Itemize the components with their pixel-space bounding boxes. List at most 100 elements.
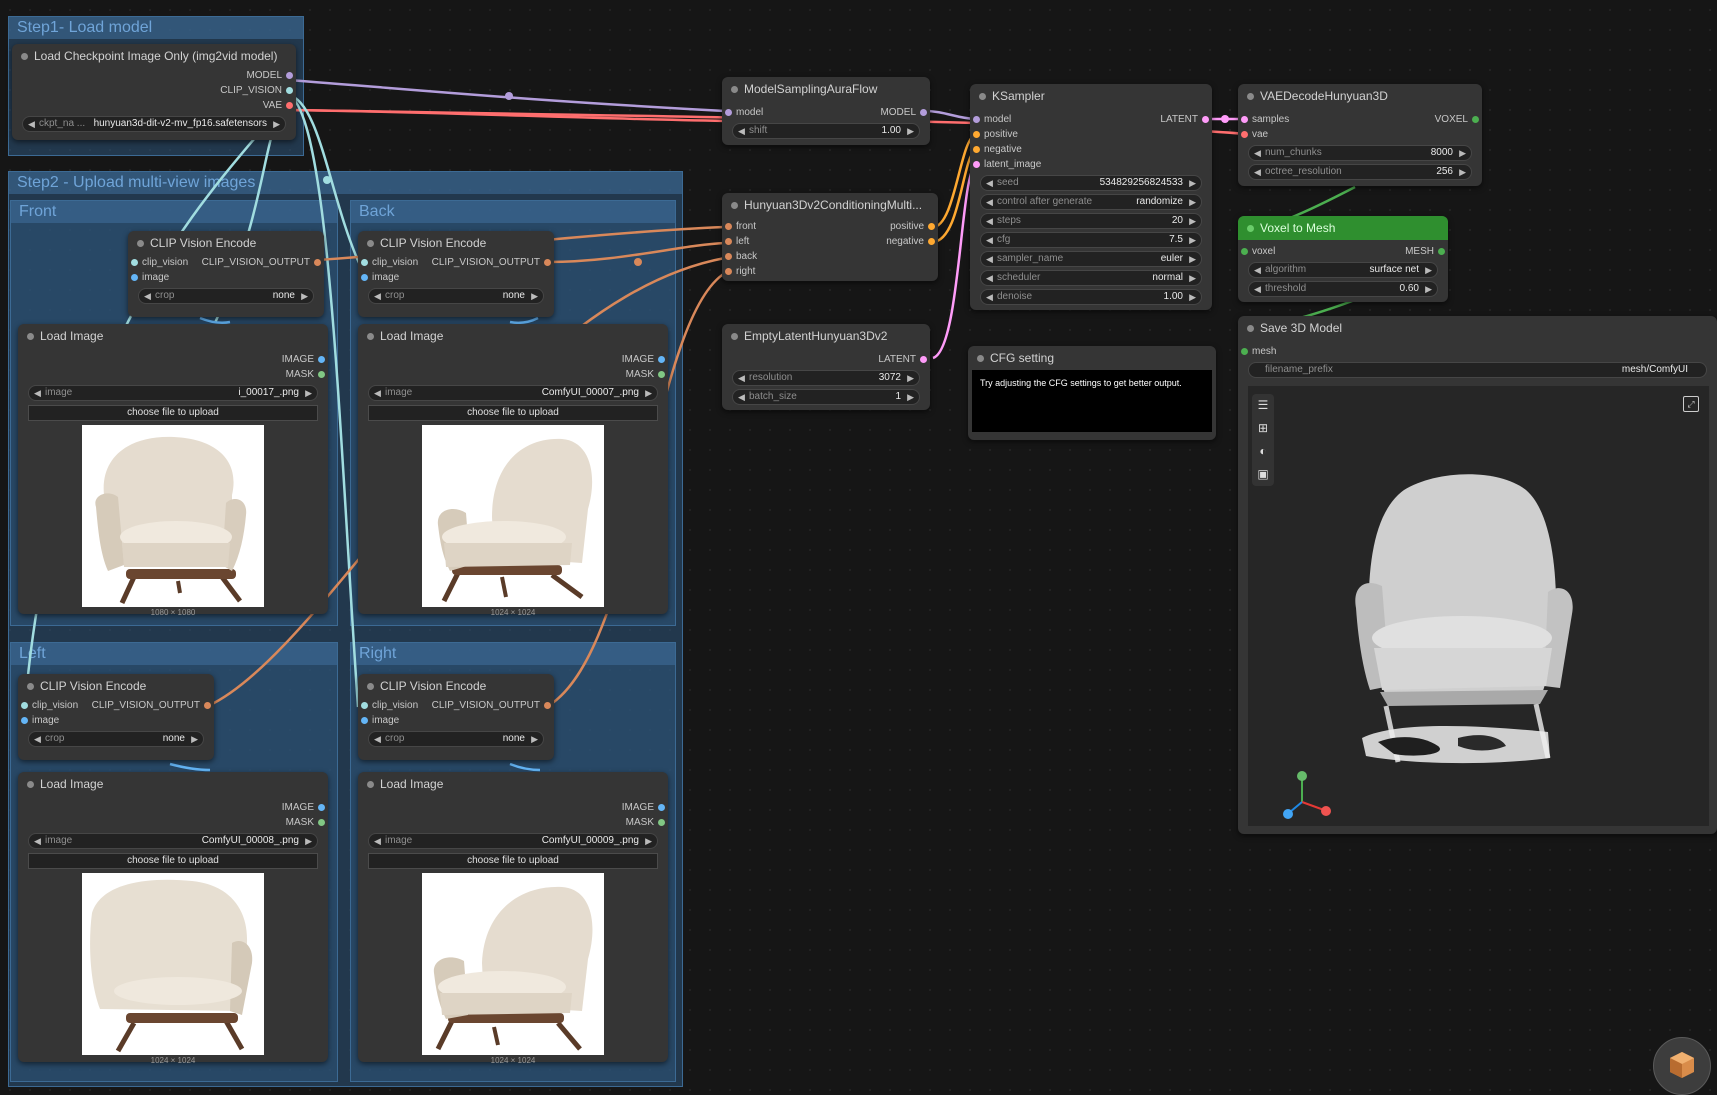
- output-image-slot[interactable]: [658, 804, 665, 811]
- node-save-3d-model[interactable]: Save 3D Model mesh filename_prefix mesh/C…: [1238, 316, 1717, 834]
- input-right-slot[interactable]: [725, 268, 732, 275]
- input-mesh-slot[interactable]: [1241, 348, 1248, 355]
- decrement-arrow-icon[interactable]: ◀: [1254, 263, 1261, 277]
- decrement-arrow-icon[interactable]: ◀: [374, 732, 381, 746]
- increment-arrow-icon[interactable]: ▶: [907, 371, 914, 385]
- image-select-widget[interactable]: ◀ image i_00017_.png ▶: [28, 385, 318, 401]
- input-image-slot[interactable]: [361, 717, 368, 724]
- decrement-arrow-icon[interactable]: ◀: [986, 195, 993, 209]
- decrement-arrow-icon[interactable]: ◀: [374, 386, 381, 400]
- decrement-arrow-icon[interactable]: ◀: [986, 176, 993, 190]
- node-voxel-to-mesh[interactable]: Voxel to Mesh voxel MESH ◀ algorithm surfac…: [1238, 216, 1448, 302]
- increment-arrow-icon[interactable]: ▶: [907, 124, 914, 138]
- 3d-viewer[interactable]: ☰ ⊞ ◐ ▣ ⤢: [1248, 386, 1709, 826]
- image-select-widget[interactable]: ◀ image ComfyUI_00007_.png ▶: [368, 385, 658, 401]
- input-front-slot[interactable]: [725, 223, 732, 230]
- output-latent-slot[interactable]: [920, 356, 927, 363]
- output-mask-slot[interactable]: [658, 371, 665, 378]
- decrement-arrow-icon[interactable]: ◀: [28, 117, 35, 131]
- output-mask-slot[interactable]: [318, 819, 325, 826]
- output-latent-slot[interactable]: [1202, 116, 1209, 123]
- cfg-widget[interactable]: ◀ cfg 7.5 ▶: [980, 232, 1202, 248]
- decrement-arrow-icon[interactable]: ◀: [34, 386, 41, 400]
- increment-arrow-icon[interactable]: ▶: [305, 834, 312, 848]
- resolution-widget[interactable]: ◀ resolution 3072 ▶: [732, 370, 920, 386]
- output-image-slot[interactable]: [318, 804, 325, 811]
- ckpt-name-widget[interactable]: ◀ ckpt_na ... hunyuan3d-dit-v2-mv_fp16.s…: [22, 116, 286, 132]
- output-clip-vision-output-slot[interactable]: [544, 702, 551, 709]
- crop-widget[interactable]: ◀ crop none ▶: [138, 288, 314, 304]
- node-load-image-left[interactable]: Load Image IMAGE MASK ◀ image ComfyUI_0000…: [18, 772, 328, 1065]
- output-model-slot[interactable]: [920, 109, 927, 116]
- decrement-arrow-icon[interactable]: ◀: [1254, 282, 1261, 296]
- decrement-arrow-icon[interactable]: ◀: [1254, 146, 1261, 160]
- increment-arrow-icon[interactable]: ▶: [1189, 195, 1196, 209]
- scheduler-widget[interactable]: ◀ scheduler normal ▶: [980, 270, 1202, 286]
- input-positive-slot[interactable]: [973, 131, 980, 138]
- algorithm-widget[interactable]: ◀ algorithm surface net ▶: [1248, 262, 1438, 278]
- threshold-widget[interactable]: ◀ threshold 0.60 ▶: [1248, 281, 1438, 297]
- increment-arrow-icon[interactable]: ▶: [273, 117, 280, 131]
- crop-widget[interactable]: ◀ crop none ▶: [28, 731, 204, 747]
- node-note-cfg-setting[interactable]: CFG setting Try adjusting the CFG settin…: [968, 346, 1216, 440]
- node-clip-vision-encode-left[interactable]: CLIP Vision Encode clip_vision CLIP_VISIO…: [18, 674, 214, 760]
- upload-button[interactable]: choose file to upload: [368, 405, 658, 421]
- increment-arrow-icon[interactable]: ▶: [531, 732, 538, 746]
- increment-arrow-icon[interactable]: ▶: [1425, 263, 1432, 277]
- increment-arrow-icon[interactable]: ▶: [305, 386, 312, 400]
- input-left-slot[interactable]: [725, 238, 732, 245]
- node-clip-vision-encode-front[interactable]: CLIP Vision Encode clip_vision CLIP_VISIO…: [128, 231, 324, 317]
- increment-arrow-icon[interactable]: ▶: [1425, 282, 1432, 296]
- increment-arrow-icon[interactable]: ▶: [301, 289, 308, 303]
- output-clip-vision-output-slot[interactable]: [544, 259, 551, 266]
- output-clip-vision-output-slot[interactable]: [204, 702, 211, 709]
- upload-button[interactable]: choose file to upload: [28, 853, 318, 869]
- node-load-image-back[interactable]: Load Image IMAGE MASK ◀ image ComfyUI_0000…: [358, 324, 668, 617]
- output-image-slot[interactable]: [658, 356, 665, 363]
- increment-arrow-icon[interactable]: ▶: [1189, 214, 1196, 228]
- input-vae-slot[interactable]: [1241, 131, 1248, 138]
- decrement-arrow-icon[interactable]: ◀: [34, 834, 41, 848]
- output-clip-vision-slot[interactable]: [286, 87, 293, 94]
- filename-prefix-widget[interactable]: filename_prefix mesh/ComfyUI: [1248, 362, 1707, 378]
- input-back-slot[interactable]: [725, 253, 732, 260]
- node-empty-latent-hunyuan3dv2[interactable]: EmptyLatentHunyuan3Dv2 LATENT ◀ resolutio…: [722, 324, 930, 410]
- octree-resolution-widget[interactable]: ◀ octree_resolution 256 ▶: [1248, 164, 1472, 180]
- output-vae-slot[interactable]: [286, 102, 293, 109]
- input-latent-image-slot[interactable]: [973, 161, 980, 168]
- image-select-widget[interactable]: ◀ image ComfyUI_00008_.png ▶: [28, 833, 318, 849]
- input-clip-vision-slot[interactable]: [361, 259, 368, 266]
- output-image-slot[interactable]: [318, 356, 325, 363]
- input-image-slot[interactable]: [361, 274, 368, 281]
- input-samples-slot[interactable]: [1241, 116, 1248, 123]
- sampler-name-widget[interactable]: ◀ sampler_name euler ▶: [980, 251, 1202, 267]
- decrement-arrow-icon[interactable]: ◀: [986, 233, 993, 247]
- input-model-slot[interactable]: [725, 109, 732, 116]
- input-voxel-slot[interactable]: [1241, 248, 1248, 255]
- increment-arrow-icon[interactable]: ▶: [1189, 271, 1196, 285]
- increment-arrow-icon[interactable]: ▶: [1189, 290, 1196, 304]
- decrement-arrow-icon[interactable]: ◀: [738, 124, 745, 138]
- upload-button[interactable]: choose file to upload: [28, 405, 318, 421]
- increment-arrow-icon[interactable]: ▶: [1459, 146, 1466, 160]
- decrement-arrow-icon[interactable]: ◀: [144, 289, 151, 303]
- crop-widget[interactable]: ◀ crop none ▶: [368, 731, 544, 747]
- node-load-checkpoint[interactable]: Load Checkpoint Image Only (img2vid mode…: [12, 44, 296, 140]
- input-model-slot[interactable]: [973, 116, 980, 123]
- decrement-arrow-icon[interactable]: ◀: [986, 271, 993, 285]
- note-text[interactable]: Try adjusting the CFG settings to get be…: [972, 370, 1212, 432]
- model-library-button[interactable]: [1653, 1037, 1711, 1095]
- output-mesh-slot[interactable]: [1438, 248, 1445, 255]
- input-clip-vision-slot[interactable]: [131, 259, 138, 266]
- node-ksampler[interactable]: KSampler model LATENT positive negative l…: [970, 84, 1212, 310]
- increment-arrow-icon[interactable]: ▶: [531, 289, 538, 303]
- input-negative-slot[interactable]: [973, 146, 980, 153]
- crop-widget[interactable]: ◀ crop none ▶: [368, 288, 544, 304]
- steps-widget[interactable]: ◀ steps 20 ▶: [980, 213, 1202, 229]
- image-select-widget[interactable]: ◀ image ComfyUI_00009_.png ▶: [368, 833, 658, 849]
- decrement-arrow-icon[interactable]: ◀: [986, 252, 993, 266]
- node-hunyuan3d-conditioning-multiview[interactable]: Hunyuan3Dv2ConditioningMulti... front pos…: [722, 193, 938, 281]
- decrement-arrow-icon[interactable]: ◀: [374, 289, 381, 303]
- decrement-arrow-icon[interactable]: ◀: [986, 290, 993, 304]
- output-model-slot[interactable]: [286, 72, 293, 79]
